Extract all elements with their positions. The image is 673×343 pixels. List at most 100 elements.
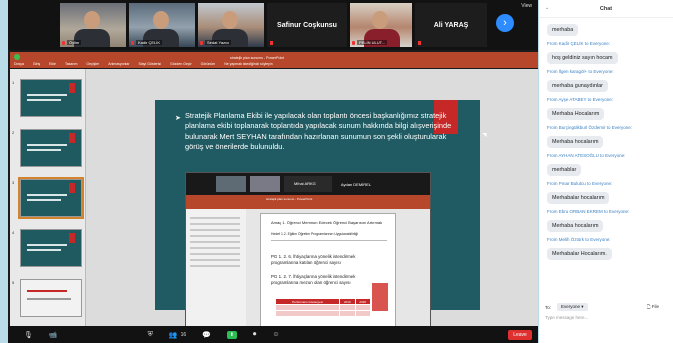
chat-message: Merhaba hocalarım bbox=[547, 136, 604, 148]
slide-number: 3 bbox=[12, 180, 15, 185]
participants-icon[interactable]: 👥 bbox=[169, 331, 178, 339]
embedded-document-area: Amaç 1. Öğrenci Memnun Edecek Öğrenci Ba… bbox=[186, 209, 430, 343]
name-only-tile[interactable]: Safinur Coşkunsu bbox=[267, 3, 347, 47]
sidebar-line bbox=[190, 241, 240, 243]
menu-review[interactable]: Gözden Geçir bbox=[170, 62, 192, 66]
embedded-page: Amaç 1. Öğrenci Memnun Edecek Öğrenci Ba… bbox=[260, 213, 396, 341]
embedded-video-tile bbox=[250, 176, 280, 192]
chat-sender: From Ebru ORBAN EKREM to Everyone: bbox=[547, 209, 630, 214]
slide-thumbnail-line bbox=[27, 99, 61, 101]
sidebar-line bbox=[190, 265, 240, 267]
table-row bbox=[274, 310, 372, 317]
chat-message: hoş geldiniz sayın hocam bbox=[547, 52, 618, 64]
leave-button[interactable]: Leave bbox=[508, 330, 532, 340]
embedded-video-strip: Mihai ARKG Aydan DEMİREL bbox=[186, 173, 430, 195]
sidebar-line bbox=[190, 235, 240, 237]
menu-transitions[interactable]: Geçişler bbox=[86, 62, 99, 66]
chat-sender: From AYHAN ATESOĞLU to Everyone: bbox=[547, 153, 626, 158]
name-only-tile[interactable]: Ali YARAŞ bbox=[415, 3, 487, 47]
recipient-select[interactable]: Everyone ▾ bbox=[557, 303, 588, 311]
chat-message: merhablar bbox=[547, 164, 582, 176]
chat-sender: From İlgen karagöl+ to Everyone: bbox=[547, 69, 614, 74]
record-icon[interactable]: ⏺ bbox=[253, 331, 257, 339]
slide-thumbnail[interactable]: 2 bbox=[12, 129, 82, 167]
slide-thumbnail-line bbox=[27, 199, 61, 201]
slide-number: 5 bbox=[12, 280, 15, 285]
slide-thumbnail[interactable]: 1 bbox=[12, 79, 82, 117]
slide-thumbnail-accent bbox=[69, 83, 75, 93]
video-camera-icon[interactable]: 📹 bbox=[49, 331, 58, 339]
slide-thumbnail-selected[interactable]: 3 bbox=[12, 177, 84, 219]
mic-muted-icon bbox=[131, 41, 134, 45]
slide-thumbnail-accent bbox=[69, 233, 75, 243]
meeting-toolbar: 🎙 📹 ⛨ 👥 16 💬 ⬆ ⏺ ☺ Leave bbox=[8, 326, 538, 343]
menu-file[interactable]: Dosya bbox=[14, 62, 24, 66]
participant-face bbox=[222, 11, 238, 29]
mic-muted-icon bbox=[62, 41, 65, 45]
embedded-item: PG 1. 2. 6. İhtiyaçlarına yönelik istend… bbox=[271, 254, 356, 265]
embedded-table: Performans Göstergesi 2019 2020 bbox=[274, 298, 372, 317]
slide-thumbnail-line bbox=[27, 194, 67, 196]
sidebar-line bbox=[190, 217, 240, 219]
mic-muted-icon bbox=[270, 41, 273, 45]
ribbon-menu: Dosya Giriş Ekle Tasarım Geçişler Animas… bbox=[14, 62, 273, 66]
share-screen-icon[interactable]: ⬆ bbox=[226, 330, 237, 339]
slide-thumbnail-line bbox=[27, 298, 71, 300]
slide-thumbnail-line bbox=[27, 94, 67, 96]
slide-thumbnail-accent bbox=[69, 133, 75, 143]
slide-text: Stratejik Planlama Ekibi ile yapılacak o… bbox=[185, 111, 452, 152]
video-tile[interactable]: Öylim bbox=[60, 3, 126, 47]
video-tile[interactable]: Kadir ÇELİK bbox=[129, 3, 195, 47]
chat-message: Merhabalar Hocalarım. bbox=[547, 248, 612, 260]
chat-icon[interactable]: 💬 bbox=[202, 331, 211, 339]
file-button[interactable]: 🗋 File bbox=[647, 303, 659, 311]
video-tile[interactable]: PELİN ULUT... bbox=[350, 3, 412, 47]
participant-name: Sedat Yazıcı bbox=[205, 40, 232, 45]
chevron-down-icon[interactable]: ⌄ bbox=[545, 5, 549, 11]
menu-insert[interactable]: Ekle bbox=[49, 62, 56, 66]
chat-sender: From Pınar Bulutcu to Everyone: bbox=[547, 181, 613, 186]
slide-thumbnail-line bbox=[27, 144, 67, 146]
video-strip: Öylim Kadir ÇELİK Sedat Yazıcı Safinur C… bbox=[8, 0, 538, 50]
embedded-name-tile: Aydan DEMİREL bbox=[340, 181, 372, 187]
menu-animations[interactable]: Animasyonlar bbox=[108, 62, 129, 66]
reactions-icon[interactable]: ☺ bbox=[272, 331, 279, 338]
chat-header: ⌄ Chat bbox=[539, 0, 673, 18]
file-icon: 🗋 bbox=[646, 304, 651, 309]
menu-home[interactable]: Giriş bbox=[33, 62, 40, 66]
divider bbox=[271, 240, 387, 241]
participant-name: Safinur Coşkunsu bbox=[277, 21, 337, 29]
chat-panel: ⌄ Chat merhaba From Kadir ÇELİK to Every… bbox=[539, 0, 673, 343]
security-icon[interactable]: ⛨ bbox=[148, 331, 153, 339]
chat-sender: From Melih Öztürk to Everyone: bbox=[547, 237, 611, 242]
participant-name: Öylim bbox=[67, 40, 82, 45]
participants-count: 16 bbox=[180, 331, 187, 338]
next-page-arrow-icon[interactable]: › bbox=[496, 14, 514, 32]
slide-number: 4 bbox=[12, 230, 15, 235]
mic-muted-icon bbox=[200, 41, 203, 45]
embedded-accent-block bbox=[372, 283, 388, 311]
chat-message: Merhabalar hocalarım bbox=[547, 192, 610, 204]
video-tile[interactable]: Sedat Yazıcı bbox=[198, 3, 264, 47]
participant-name: Ali YARAŞ bbox=[433, 21, 469, 29]
chat-message: Merhaba Hocalarım bbox=[547, 108, 605, 120]
slide-number: 1 bbox=[12, 80, 15, 85]
slide-thumbnail[interactable]: 4 bbox=[12, 229, 82, 267]
embedded-subheading: Hedef 1.2. Eğitim Öğretim Programlarının… bbox=[271, 232, 359, 236]
menu-view[interactable]: Görünüm bbox=[201, 62, 216, 66]
participant-face bbox=[84, 11, 100, 29]
mic-muted-icon bbox=[352, 41, 355, 45]
embedded-video-tile: Mihai ARKG bbox=[284, 176, 332, 192]
menu-slideshow[interactable]: Slayt Gösterisi bbox=[138, 62, 161, 66]
chat-messages: merhaba From Kadir ÇELİK to Everyone: ho… bbox=[539, 18, 673, 260]
view-button[interactable]: View bbox=[521, 3, 532, 9]
menu-tell-me[interactable]: Ne yapmak istediğinizi söyleyin bbox=[224, 62, 272, 66]
slide-number: 2 bbox=[12, 130, 15, 135]
share-indicator-icon bbox=[14, 54, 20, 60]
slide-thumbnail[interactable]: 5 bbox=[12, 279, 82, 317]
chat-sender: From Kadir ÇELİK to Everyone: bbox=[547, 41, 611, 46]
mute-icon[interactable]: 🎙 bbox=[24, 331, 33, 339]
chat-message: Merhaba hocalarım bbox=[547, 220, 604, 232]
menu-design[interactable]: Tasarım bbox=[65, 62, 77, 66]
chat-input[interactable]: Type message here... bbox=[545, 315, 665, 320]
